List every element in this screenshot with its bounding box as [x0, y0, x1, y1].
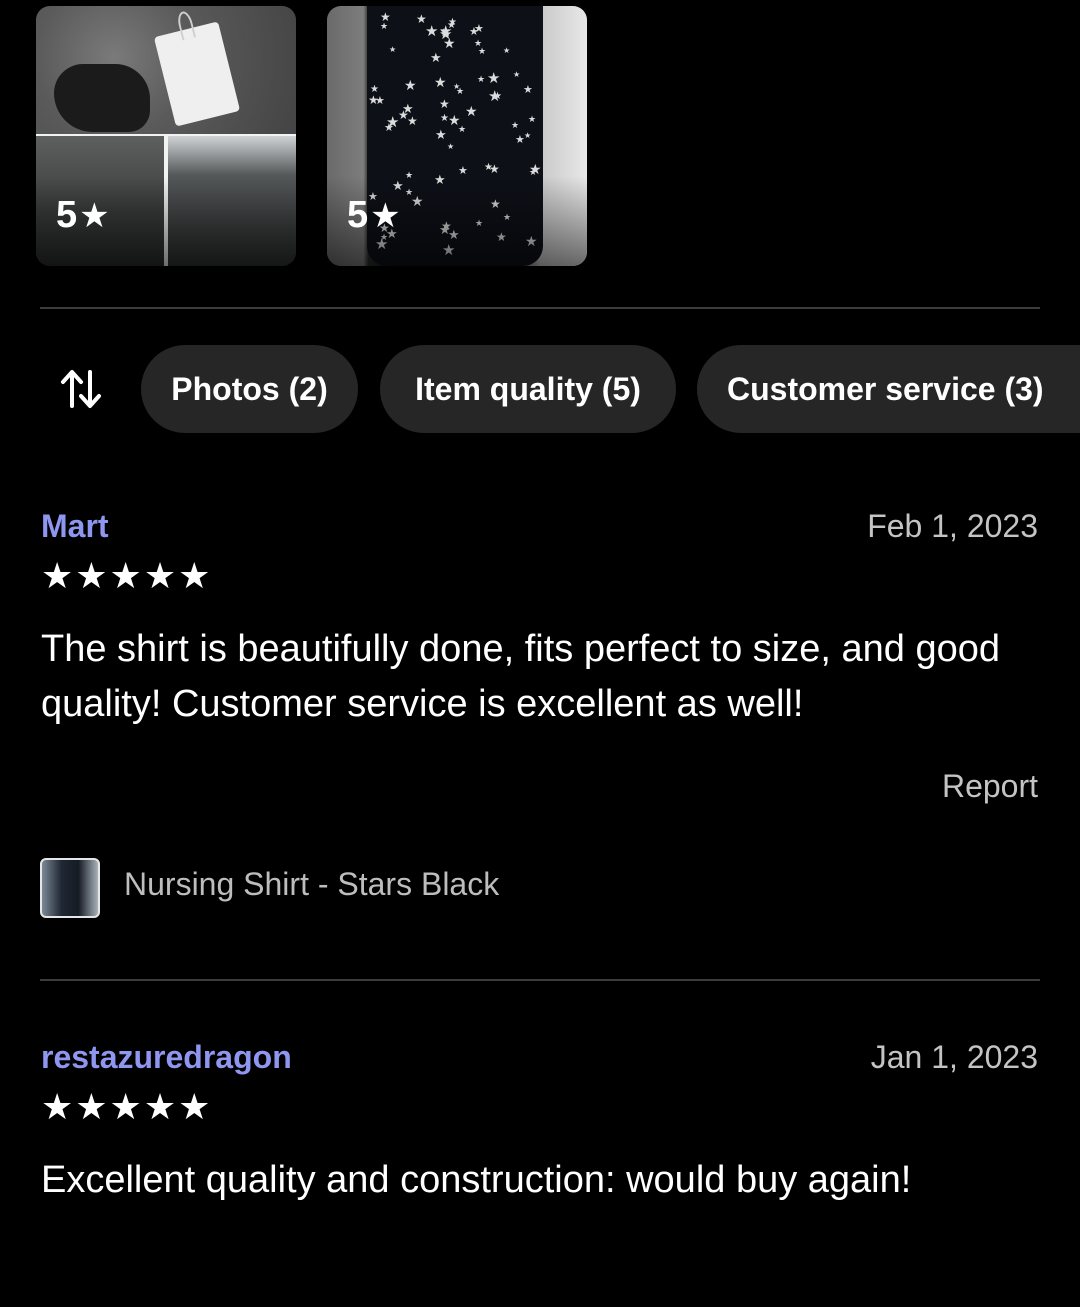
shirt-star-pattern: ★: [465, 103, 478, 119]
shirt-star-pattern: ★: [513, 70, 521, 79]
shirt-star-pattern: ★: [430, 50, 442, 65]
shirt-star-pattern: ★: [439, 23, 453, 40]
shirt-star-pattern: ★: [384, 122, 394, 134]
photo-rating: 5★: [347, 194, 401, 237]
shirt-star-pattern: ★: [404, 77, 417, 93]
review-divider: [40, 979, 1040, 981]
shirt-star-pattern: ★: [469, 26, 479, 38]
filter-chip-customer-service[interactable]: Customer service (3): [697, 345, 1080, 433]
star-rating: ★★★★★: [41, 555, 213, 596]
star-rating: ★★★★★: [41, 1086, 213, 1127]
review-date: Jan 1, 2023: [870, 1039, 1038, 1075]
shirt-star-pattern: ★: [402, 101, 414, 116]
shirt-star-pattern: ★: [484, 162, 493, 173]
shirt-star-pattern: ★: [487, 70, 501, 87]
report-link[interactable]: Report: [942, 768, 1038, 805]
shirt-star-pattern: ★: [389, 45, 397, 54]
sort-arrows-icon[interactable]: [58, 366, 104, 412]
shirt-star-pattern: ★: [511, 120, 520, 130]
review-text: The shirt is beautifully done, fits perf…: [41, 628, 1000, 725]
photo-rating-value: 5: [56, 194, 78, 236]
shirt-star-pattern: ★: [503, 46, 511, 55]
shirt-star-pattern: ★: [478, 46, 487, 56]
star-icon: ★: [370, 197, 401, 235]
shirt-star-pattern: ★: [416, 12, 427, 26]
review-photo-1[interactable]: 5★: [36, 6, 296, 266]
shirt-star-pattern: ★: [439, 97, 450, 111]
photo-rating-value: 5: [347, 194, 369, 236]
item-thumbnail[interactable]: [40, 858, 100, 918]
filter-chip-item-quality[interactable]: Item quality (5): [380, 345, 676, 433]
reviewer-name[interactable]: Mart: [41, 508, 109, 545]
shirt-star-pattern: ★: [488, 88, 502, 105]
filter-chip-photos[interactable]: Photos (2): [141, 345, 358, 433]
review-photo-2[interactable]: ★ ★ ★ ★ ★ ★ ★ ★ ★ ★ ★ ★ ★ ★ ★ ★ ★ ★ ★ ★ ★ ★ ★ ★ ★ ★ ★ ★ ★ ★ ★ ★ ★ ★ ★ ★ ★ ★ ★ ★…: [327, 6, 587, 266]
reviewer-name[interactable]: restazuredragon: [41, 1039, 292, 1076]
shirt-star-pattern: ★: [375, 95, 385, 107]
shirt-star-pattern: ★: [523, 84, 533, 96]
reviewed-item-link[interactable]: Nursing Shirt - Stars Black: [124, 866, 499, 903]
shirt-star-pattern: ★: [440, 113, 449, 124]
photo-hanger-logo: [54, 64, 150, 132]
shirt-star-pattern: ★: [434, 74, 447, 90]
photo-rating: 5★: [56, 194, 110, 237]
shirt-star-pattern: ★: [524, 131, 532, 140]
shirt-star-pattern: ★: [453, 82, 461, 91]
shirt-star-pattern: ★: [425, 23, 439, 40]
review-date: Feb 1, 2023: [867, 508, 1038, 544]
review-text: Excellent quality and construction: woul…: [41, 1159, 912, 1201]
shirt-star-pattern: ★: [435, 127, 447, 142]
section-divider: [40, 307, 1040, 309]
shirt-star-pattern: ★: [528, 114, 537, 124]
star-icon: ★: [79, 197, 110, 235]
shirt-star-pattern: ★: [447, 142, 455, 151]
shirt-star-pattern: ★: [448, 112, 461, 128]
shirt-star-pattern: ★: [380, 21, 389, 31]
shirt-star-pattern: ★: [477, 74, 486, 84]
